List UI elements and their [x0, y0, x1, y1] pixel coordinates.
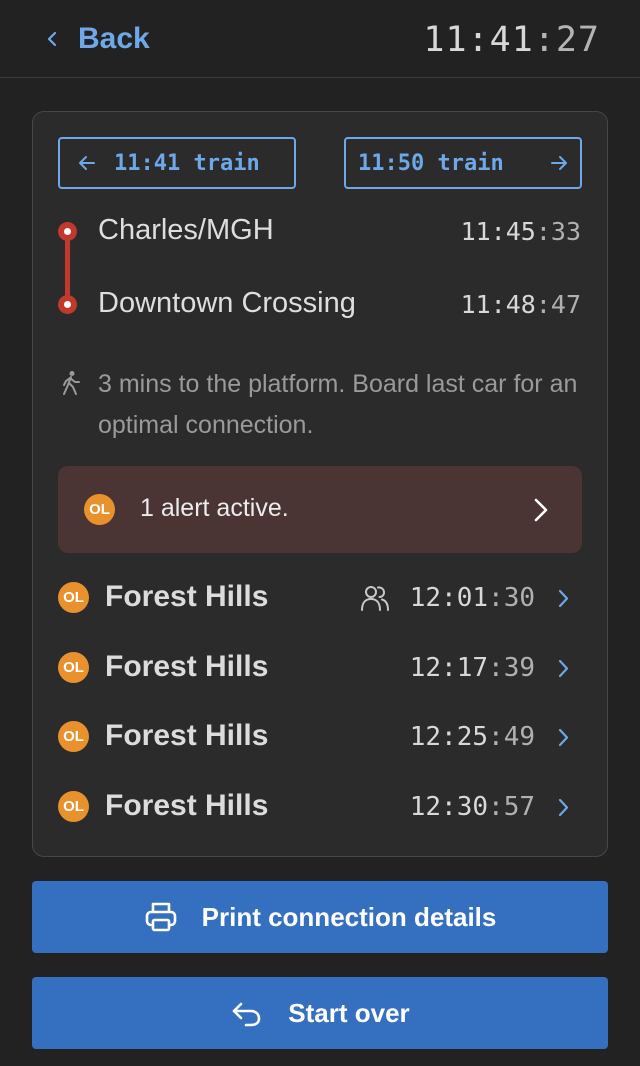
departure-time: 12:25:49: [410, 722, 535, 752]
clock-separator: :: [533, 20, 556, 60]
origin-stop-name: Charles/MGH: [98, 214, 274, 246]
departure-time: 12:30:57: [410, 792, 535, 822]
walking-transfer-note: 3 mins to the platform. Board last car f…: [98, 370, 578, 439]
departure-row[interactable]: OL Forest Hills 12:25:49: [33, 707, 607, 767]
next-train-button[interactable]: 11:50 train: [344, 137, 582, 189]
origin-time-s: 33: [550, 217, 581, 246]
chevron-right-icon: [558, 728, 569, 747]
departure-time: 12:01:30: [410, 583, 535, 613]
orange-line-badge: OL: [58, 791, 89, 822]
chevron-left-icon: [47, 31, 57, 47]
start-over-label: Start over: [288, 997, 410, 1028]
orange-line-badge: OL: [84, 494, 115, 525]
start-over-button[interactable]: Start over: [32, 977, 608, 1049]
alert-banner[interactable]: OL 1 alert active.: [58, 466, 582, 553]
departure-time-sep: :: [488, 653, 504, 683]
current-time: 11:41:27: [423, 20, 600, 60]
departure-time-sep: :: [488, 722, 504, 752]
origin-stop-time: 11:45:33: [461, 217, 581, 246]
print-connection-button[interactable]: Print connection details: [32, 881, 608, 953]
chevron-right-icon: [558, 659, 569, 678]
origin-stop-marker: [58, 222, 77, 241]
orange-line-badge: OL: [58, 721, 89, 752]
undo-arrow-icon: [232, 1002, 261, 1027]
chevron-right-icon: [534, 498, 548, 522]
departure-destination: Forest Hills: [105, 580, 269, 613]
origin-time-hm: 11:45: [460, 217, 536, 246]
connection-card: 11:41 train 11:50 train Charles/MGH 11:4…: [32, 111, 608, 857]
departure-destination: Forest Hills: [105, 650, 269, 683]
clock-seconds: 27: [555, 20, 600, 60]
next-train-label: 11:50 train: [358, 150, 504, 176]
alert-text: 1 alert active.: [140, 494, 289, 522]
walking-person-icon: [63, 371, 80, 395]
departure-row[interactable]: OL Forest Hills 12:30:57: [33, 777, 607, 837]
arrow-left-icon: [79, 156, 95, 170]
departure-time-s: 39: [503, 653, 535, 683]
destination-time-hm: 11:48: [460, 290, 536, 319]
departure-time-sep: :: [488, 792, 504, 822]
departure-time-hm: 12:01: [409, 583, 489, 613]
destination-stop-time: 11:48:47: [461, 290, 581, 319]
printer-icon: [145, 902, 176, 932]
departure-time-hm: 12:25: [409, 722, 489, 752]
header-bar: Back 11:41:27: [0, 0, 640, 78]
people-icon: [361, 586, 389, 611]
chevron-right-icon: [558, 589, 569, 608]
chevron-right-icon: [558, 798, 569, 817]
print-connection-label: Print connection details: [201, 901, 497, 932]
departure-destination: Forest Hills: [105, 789, 269, 822]
back-button[interactable]: Back: [44, 18, 150, 60]
departure-time-sep: :: [488, 583, 504, 613]
destination-stop-name: Downtown Crossing: [98, 287, 356, 319]
route-line: [65, 230, 70, 304]
departure-time-s: 49: [503, 722, 535, 752]
arrow-right-icon: [551, 156, 567, 170]
departure-time-s: 57: [503, 792, 535, 822]
clock-hours-minutes: 11:41: [423, 20, 534, 60]
departure-time-s: 30: [503, 583, 535, 613]
departure-destination: Forest Hills: [105, 719, 269, 752]
departure-row[interactable]: OL Forest Hills 12:01:30: [33, 568, 607, 628]
previous-train-button[interactable]: 11:41 train: [58, 137, 296, 189]
origin-time-sep: :: [535, 217, 551, 246]
departure-row[interactable]: OL Forest Hills 12:17:39: [33, 638, 607, 698]
back-label: Back: [78, 22, 150, 55]
destination-time-sep: :: [535, 290, 551, 319]
destination-stop-marker: [58, 295, 77, 314]
departure-time-hm: 12:17: [409, 653, 489, 683]
orange-line-badge: OL: [58, 582, 89, 613]
departure-time: 12:17:39: [410, 653, 535, 683]
departure-time-hm: 12:30: [409, 792, 489, 822]
orange-line-badge: OL: [58, 652, 89, 683]
destination-time-s: 47: [550, 290, 581, 319]
previous-train-label: 11:41 train: [114, 150, 260, 176]
